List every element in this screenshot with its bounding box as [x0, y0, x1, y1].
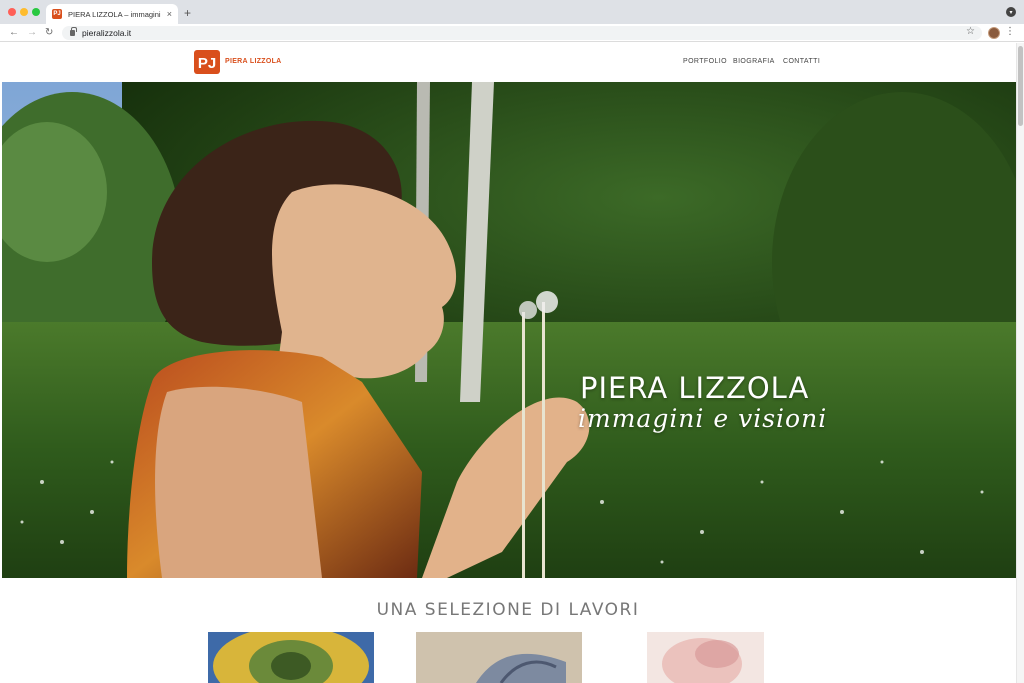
- hero-photo: [2, 82, 1016, 578]
- maximize-window-button[interactable]: [32, 8, 40, 16]
- minimize-window-button[interactable]: [20, 8, 28, 16]
- address-bar[interactable]: pieralizzola.it: [62, 26, 982, 40]
- hero-subtitle: immagini e visioni: [578, 404, 828, 433]
- favicon-icon: PJ: [52, 9, 62, 19]
- logo-text[interactable]: PIERA LIZZOLA: [225, 58, 282, 65]
- section-title: UNA SELEZIONE DI LAVORI: [376, 600, 640, 620]
- scrollbar-thumb[interactable]: [1018, 46, 1023, 126]
- close-window-button[interactable]: [8, 8, 16, 16]
- back-icon[interactable]: ←: [9, 27, 19, 38]
- browser-menu-icon[interactable]: ⋮: [1005, 26, 1015, 37]
- browser-tab[interactable]: PJ PIERA LIZZOLA – immagini e vi ×: [46, 4, 178, 24]
- tab-search-icon[interactable]: ▾: [1006, 7, 1016, 17]
- fish-artwork: [416, 632, 582, 683]
- browser-toolbar: ← → ↻ pieralizzola.it ☆ ⋮: [0, 24, 1024, 42]
- tab-title: PIERA LIZZOLA – immagini e vi: [68, 9, 163, 19]
- bookmark-star-icon[interactable]: ☆: [966, 26, 975, 37]
- work-thumbnail-3[interactable]: [647, 632, 764, 683]
- nav-contatti[interactable]: CONTATTI: [783, 58, 820, 65]
- hero-image: PIERA LIZZOLA immagini e visioni: [2, 82, 1016, 578]
- browser-tab-strip: PJ PIERA LIZZOLA – immagini e vi × + ▾: [0, 0, 1024, 24]
- url-text[interactable]: pieralizzola.it: [82, 28, 131, 38]
- logo-icon[interactable]: PJ: [194, 50, 220, 74]
- new-tab-button[interactable]: +: [184, 6, 191, 20]
- watercolor-artwork: [647, 632, 764, 683]
- nav-portfolio[interactable]: PORTFOLIO: [683, 58, 727, 65]
- forward-icon[interactable]: →: [27, 27, 37, 38]
- work-thumbnail-2[interactable]: [416, 632, 582, 683]
- lock-icon[interactable]: [70, 27, 77, 36]
- nav-biografia[interactable]: BIOGRAFIA: [733, 58, 775, 65]
- logo-mark-text: PJ: [198, 55, 216, 72]
- hero-title: PIERA LIZZOLA: [580, 371, 810, 405]
- page-scrollbar[interactable]: [1016, 43, 1024, 683]
- tab-close-icon[interactable]: ×: [167, 9, 172, 19]
- site-header: [0, 43, 1016, 82]
- sunflower-artwork: [208, 632, 374, 683]
- work-thumbnail-1[interactable]: [208, 632, 374, 683]
- reload-icon[interactable]: ↻: [45, 27, 53, 38]
- profile-avatar[interactable]: [988, 27, 1000, 39]
